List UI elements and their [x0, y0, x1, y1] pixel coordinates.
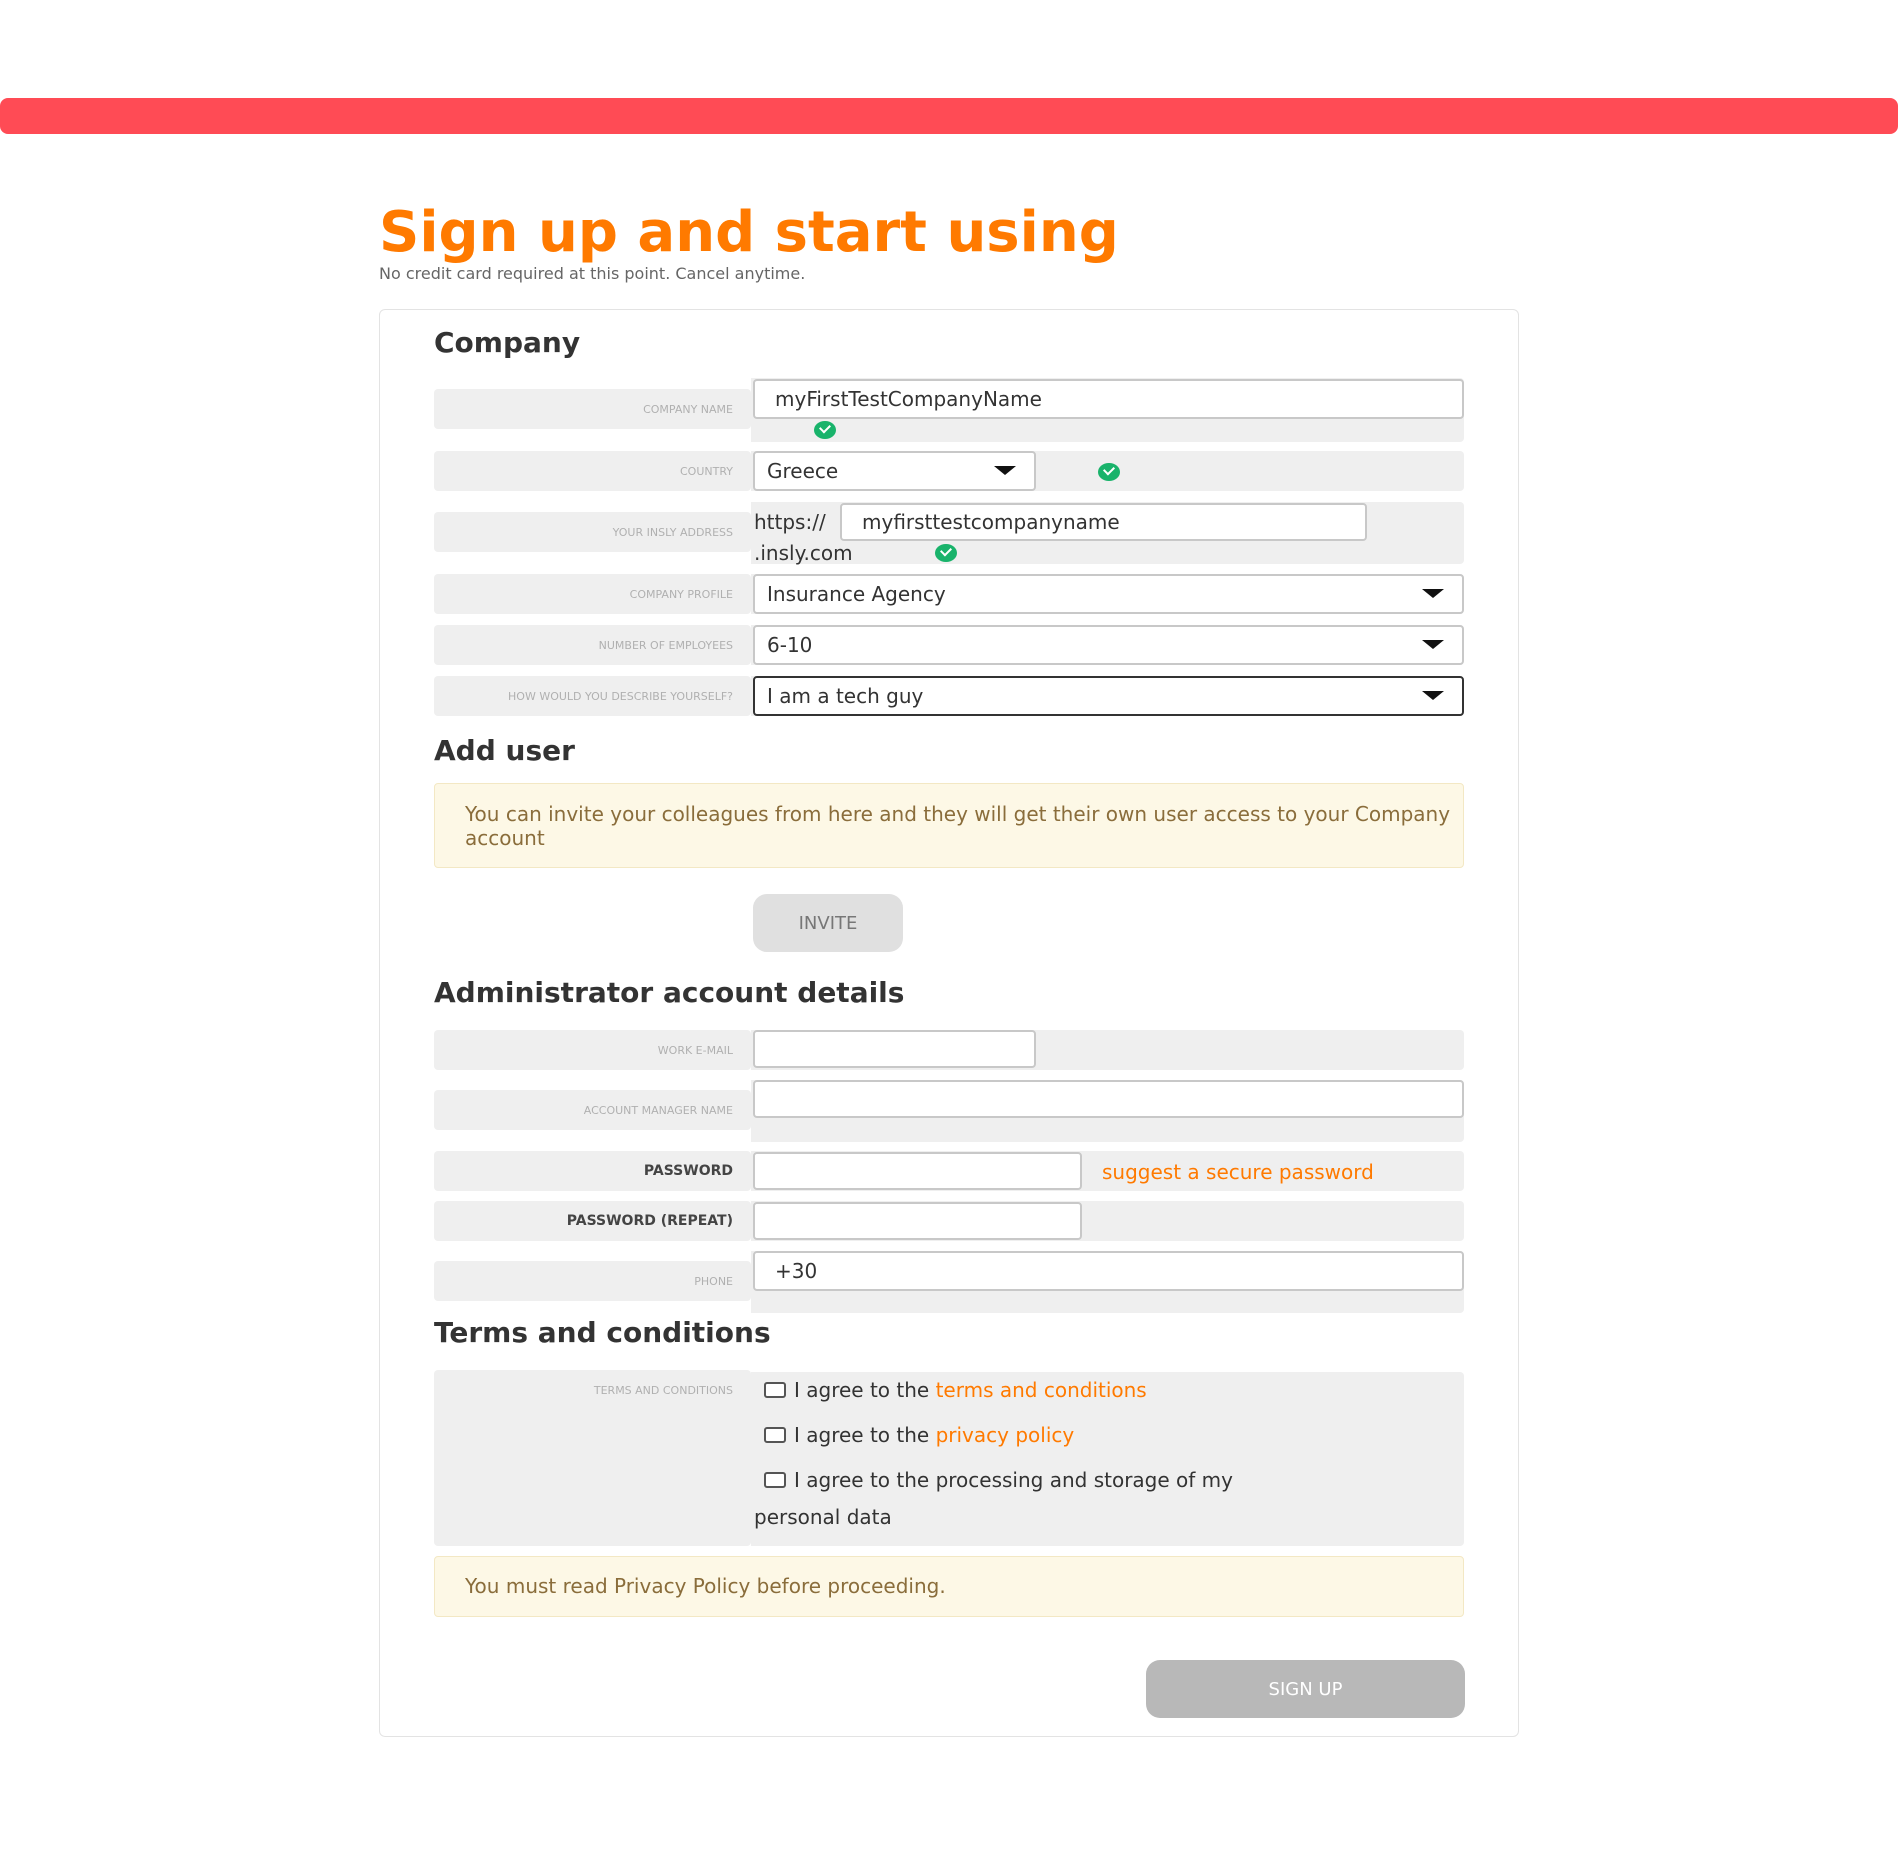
company-name-label: COMPANY NAME: [434, 389, 751, 429]
privacy-agree-prefix: I agree to the: [794, 1423, 930, 1447]
employees-label: NUMBER OF EMPLOYEES: [434, 625, 751, 665]
terms-label: TERMS AND CONDITIONS: [434, 1370, 751, 1546]
privacy-checkbox[interactable]: [764, 1427, 786, 1443]
country-select-value: Greece: [767, 459, 839, 483]
terms-section-title: Terms and conditions: [434, 1316, 771, 1349]
processing-text-wrap: personal data: [754, 1505, 892, 1529]
password-input[interactable]: [753, 1152, 1082, 1190]
company-name-input[interactable]: myFirstTestCompanyName: [753, 379, 1464, 419]
admin-section-title: Administrator account details: [434, 976, 905, 1009]
describe-label: HOW WOULD YOU DESCRIBE YOURSELF?: [434, 676, 751, 716]
page-title: Sign up and start using: [379, 200, 1119, 265]
processing-checkbox[interactable]: [764, 1472, 786, 1488]
top-bar: [0, 98, 1898, 134]
add-user-section-title: Add user: [434, 734, 575, 767]
insly-address-input[interactable]: myfirsttestcompanyname: [840, 503, 1367, 541]
work-email-input[interactable]: [753, 1030, 1036, 1068]
phone-label: PHONE: [434, 1261, 751, 1301]
chevron-down-icon: [1422, 691, 1444, 700]
processing-agree-line: I agree to the processing and storage of…: [764, 1468, 1233, 1492]
terms-agree-prefix: I agree to the: [794, 1378, 930, 1402]
manager-name-label: ACCOUNT MANAGER NAME: [434, 1090, 751, 1130]
chevron-down-icon: [994, 466, 1016, 475]
invite-notice: You can invite your colleagues from here…: [434, 783, 1464, 868]
insly-address-prefix: https://: [754, 510, 826, 534]
page-subtitle: No credit card required at this point. C…: [379, 264, 806, 283]
invite-button[interactable]: INVITE: [753, 894, 903, 952]
password-label: PASSWORD: [434, 1151, 751, 1191]
employees-select-value: 6-10: [767, 633, 813, 657]
password-repeat-label: PASSWORD (REPEAT): [434, 1201, 751, 1241]
company-section-title: Company: [434, 326, 581, 359]
privacy-notice: You must read Privacy Policy before proc…: [434, 1556, 1464, 1617]
processing-text: I agree to the processing and storage of…: [794, 1468, 1233, 1492]
phone-input[interactable]: +30: [753, 1251, 1464, 1291]
password-repeat-input[interactable]: [753, 1202, 1082, 1240]
sign-up-button[interactable]: SIGN UP: [1146, 1660, 1465, 1718]
terms-agree-line: I agree to the terms and conditions: [764, 1378, 1147, 1402]
suggest-password-link[interactable]: suggest a secure password: [1102, 1160, 1374, 1184]
describe-select-value: I am a tech guy: [767, 684, 924, 708]
work-email-label: WORK E-MAIL: [434, 1030, 751, 1070]
country-label: COUNTRY: [434, 451, 751, 491]
insly-address-suffix: .insly.com: [754, 541, 853, 565]
employees-select[interactable]: 6-10: [753, 625, 1464, 665]
describe-select[interactable]: I am a tech guy: [753, 676, 1464, 716]
company-profile-label: COMPANY PROFILE: [434, 574, 751, 614]
privacy-agree-line: I agree to the privacy policy: [764, 1423, 1074, 1447]
insly-address-valid-check-icon: [935, 544, 957, 562]
terms-checkbox[interactable]: [764, 1382, 786, 1398]
company-name-valid-check-icon: [814, 421, 836, 439]
company-profile-select-value: Insurance Agency: [767, 582, 946, 606]
country-valid-check-icon: [1098, 463, 1120, 481]
country-select[interactable]: Greece: [753, 451, 1036, 491]
account-manager-name-input[interactable]: [753, 1080, 1464, 1118]
insly-address-label: YOUR INSLY ADDRESS: [434, 512, 751, 552]
terms-link[interactable]: terms and conditions: [936, 1378, 1147, 1402]
chevron-down-icon: [1422, 640, 1444, 649]
chevron-down-icon: [1422, 589, 1444, 598]
company-profile-select[interactable]: Insurance Agency: [753, 574, 1464, 614]
privacy-policy-link[interactable]: privacy policy: [936, 1423, 1075, 1447]
